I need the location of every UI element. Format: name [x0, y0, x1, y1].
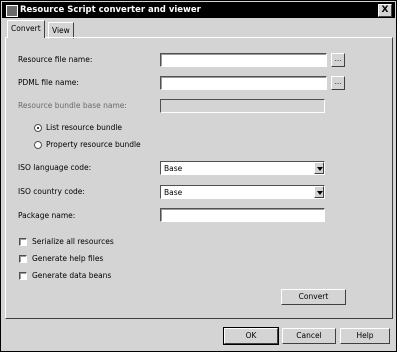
- help-files-checkbox[interactable]: [19, 255, 27, 263]
- property-bundle-radio[interactable]: [34, 141, 42, 149]
- convert-panel: Resource file name: ... PDML file name: …: [5, 37, 393, 319]
- package-label: Package name:: [18, 211, 76, 220]
- bundle-base-label: Resource bundle base name:: [18, 101, 127, 110]
- resource-file-field[interactable]: [160, 53, 327, 67]
- list-bundle-label[interactable]: List resource bundle: [46, 123, 122, 132]
- list-bundle-radio[interactable]: [34, 124, 42, 132]
- language-select[interactable]: Base: [160, 161, 325, 175]
- convert-button[interactable]: Convert: [281, 289, 346, 305]
- tab-convert[interactable]: Convert: [7, 20, 45, 38]
- help-button[interactable]: Help: [340, 328, 390, 344]
- window-title: Resource Script converter and viewer: [20, 5, 201, 15]
- package-field[interactable]: [160, 208, 325, 222]
- serialize-label[interactable]: Serialize all resources: [32, 237, 114, 246]
- cancel-button[interactable]: Cancel: [282, 328, 336, 344]
- resource-file-browse-button[interactable]: ...: [331, 53, 345, 67]
- serialize-checkbox[interactable]: [19, 238, 27, 246]
- language-value: Base: [164, 164, 183, 173]
- country-label: ISO country code:: [18, 187, 85, 196]
- language-label: ISO language code:: [18, 163, 92, 172]
- title-bar[interactable]: Resource Script converter and viewer X: [2, 2, 395, 18]
- converter-window: Resource Script converter and viewer X C…: [0, 0, 397, 352]
- bundle-base-field: [160, 99, 325, 113]
- app-icon: [6, 5, 18, 17]
- help-files-label[interactable]: Generate help files: [32, 254, 103, 263]
- ok-button[interactable]: OK: [223, 327, 279, 345]
- close-button[interactable]: X: [378, 4, 392, 17]
- pdml-file-browse-button[interactable]: ...: [331, 76, 345, 90]
- country-select[interactable]: Base: [160, 185, 325, 199]
- resource-file-label: Resource file name:: [18, 55, 93, 64]
- chevron-down-icon[interactable]: [314, 162, 324, 174]
- country-value: Base: [164, 188, 183, 197]
- pdml-file-label: PDML file name:: [18, 78, 79, 87]
- chevron-down-icon[interactable]: [314, 186, 324, 198]
- data-beans-checkbox[interactable]: [19, 272, 27, 280]
- pdml-file-field[interactable]: [160, 76, 327, 90]
- data-beans-label[interactable]: Generate data beans: [32, 271, 111, 280]
- property-bundle-label[interactable]: Property resource bundle: [46, 140, 141, 149]
